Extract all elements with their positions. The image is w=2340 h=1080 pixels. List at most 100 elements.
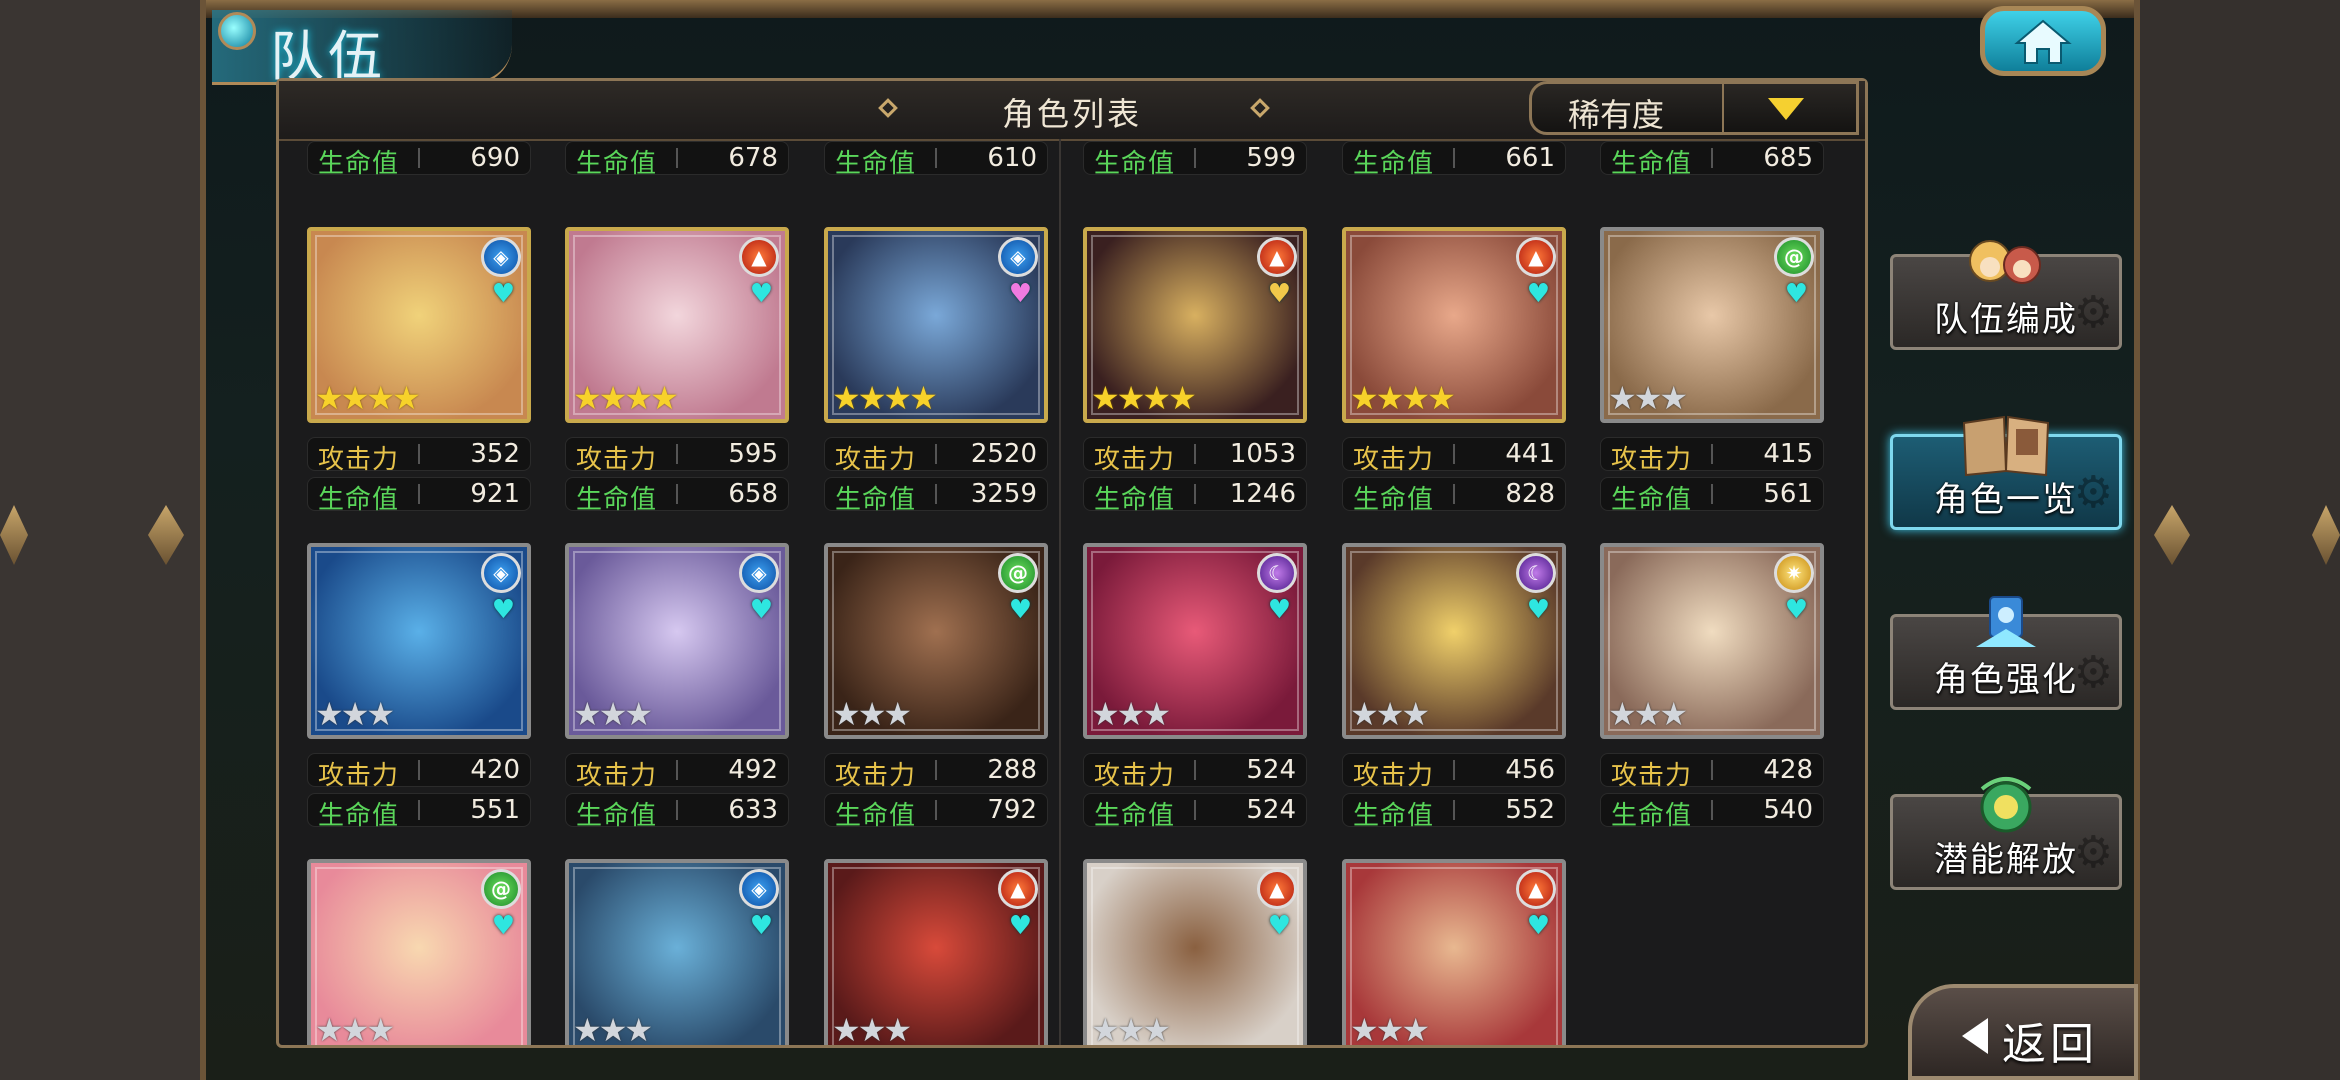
menu-button-1[interactable]: ⚙ 队伍编成 [1890, 240, 2122, 350]
sort-dropdown[interactable]: 稀有度 [1529, 81, 1859, 135]
hp-stat: 生命值 551 [307, 793, 531, 831]
menu-button-3[interactable]: ⚙ 角色强化 [1890, 596, 2122, 710]
hp-label: 生命值 [1094, 801, 1176, 831]
fire-element-icon: ▲ [1516, 869, 1556, 909]
hp-value: 921 [470, 479, 520, 509]
character-card[interactable]: ▲ ♥ ★★★ [1342, 859, 1566, 1045]
dark-element-icon: ☾ [1516, 553, 1556, 593]
heart-icon: ♥ [1784, 279, 1808, 309]
hp-value: 633 [728, 795, 778, 825]
fire-element-icon: ▲ [739, 237, 779, 277]
attack-label: 攻击力 [1611, 445, 1693, 475]
rarity-stars: ★★★ [573, 1011, 653, 1045]
hp-label: 生命值 [1094, 149, 1176, 179]
rarity-stars: ★★★ [1608, 379, 1688, 417]
dark-element-icon: ☾ [1257, 553, 1297, 593]
menu-button-4[interactable]: ⚙ 潜能解放 [1890, 777, 2122, 890]
character-card[interactable]: @ ♥ ★★★ [1600, 227, 1824, 423]
stat-separator [935, 800, 937, 820]
stat-separator [1453, 760, 1455, 780]
light-element-icon: ✷ [1774, 553, 1814, 593]
stat-separator [1711, 444, 1713, 464]
hp-value: 610 [987, 143, 1037, 173]
attack-label: 攻击力 [1353, 445, 1435, 475]
stat-separator [418, 760, 420, 780]
potential-orb-icon [1980, 777, 2032, 833]
character-card[interactable]: ◈ ♥ ★★★★ [824, 227, 1048, 423]
hp-value: 685 [1763, 143, 1813, 173]
stat-separator [1453, 484, 1455, 504]
rarity-stars: ★★★ [1091, 1011, 1171, 1045]
hp-label: 生命值 [576, 149, 658, 179]
back-label: 返回 [2002, 1019, 2098, 1070]
character-card[interactable]: @ ♥ ★★★ [824, 543, 1048, 739]
rarity-stars: ★★★★ [315, 379, 421, 417]
hp-value: 561 [1763, 479, 1813, 509]
heart-icon: ♥ [491, 279, 515, 309]
hp-label: 生命值 [835, 801, 917, 831]
character-card[interactable]: ◈ ♥ ★★★ [565, 859, 789, 1045]
hp-stat: 生命值 658 [565, 477, 789, 515]
fire-element-icon: ▲ [998, 869, 1038, 909]
stat-separator [676, 760, 678, 780]
hp-value: 658 [728, 479, 778, 509]
attack-value: 1053 [1229, 439, 1296, 469]
fire-element-icon: ▲ [1257, 237, 1297, 277]
hp-label: 生命值 [1611, 149, 1693, 179]
stat-separator [1711, 800, 1713, 820]
hp-stat: 生命值 678 [565, 141, 789, 179]
attack-label: 攻击力 [1094, 445, 1176, 475]
stat-separator [935, 148, 937, 168]
attack-stat: 攻击力 441 [1342, 437, 1566, 475]
back-button[interactable]: 返回 [1908, 984, 2138, 1080]
character-card[interactable]: ▲ ♥ ★★★ [1083, 859, 1307, 1045]
rarity-stars: ★★★★ [573, 379, 679, 417]
hp-stat: 生命值 1246 [1083, 477, 1307, 515]
stat-separator [418, 484, 420, 504]
attack-label: 攻击力 [576, 445, 658, 475]
sort-label: 稀有度 [1568, 96, 1665, 134]
hp-value: 690 [470, 143, 520, 173]
character-card[interactable]: ☾ ♥ ★★★ [1083, 543, 1307, 739]
attack-stat: 攻击力 352 [307, 437, 531, 475]
character-card[interactable]: ✷ ♥ ★★★ [1600, 543, 1824, 739]
character-card[interactable]: ◈ ♥ ★★★★ [307, 227, 531, 423]
character-card[interactable]: ▲ ♥ ★★★★ [565, 227, 789, 423]
menu-label: 队伍编成 [1934, 300, 2078, 340]
hp-stat: 生命值 540 [1600, 793, 1824, 831]
rarity-stars: ★★★ [315, 695, 395, 733]
hp-label: 生命值 [1353, 801, 1435, 831]
hp-value: 524 [1246, 795, 1296, 825]
hp-label: 生命值 [318, 485, 400, 515]
character-card[interactable]: @ ♥ ★★★ [307, 859, 531, 1045]
attack-value: 288 [987, 755, 1037, 785]
stat-separator [1194, 760, 1196, 780]
title-gem-icon [218, 12, 256, 50]
heart-icon: ♥ [749, 911, 773, 941]
menu-button-2[interactable]: ⚙ 角色一览 [1890, 415, 2122, 530]
hp-value: 678 [728, 143, 778, 173]
rarity-stars: ★★★ [832, 695, 912, 733]
character-card[interactable]: ◈ ♥ ★★★ [565, 543, 789, 739]
hp-stat: 生命值 690 [307, 141, 531, 179]
heart-icon: ♥ [1267, 595, 1291, 625]
character-card[interactable]: ☾ ♥ ★★★ [1342, 543, 1566, 739]
heart-icon: ♥ [1526, 911, 1550, 941]
water-element-icon: ◈ [481, 553, 521, 593]
hp-stat: 生命值 661 [1342, 141, 1566, 179]
hp-label: 生命值 [1611, 485, 1693, 515]
hp-value: 551 [470, 795, 520, 825]
character-card[interactable]: ◈ ♥ ★★★ [307, 543, 531, 739]
character-card[interactable]: ▲ ♥ ★★★★ [1083, 227, 1307, 423]
wind-element-icon: @ [998, 553, 1038, 593]
stat-separator [676, 148, 678, 168]
character-card[interactable]: ▲ ♥ ★★★ [824, 859, 1048, 1045]
attack-value: 2520 [970, 439, 1037, 469]
hp-label: 生命值 [318, 149, 400, 179]
home-button[interactable] [1980, 6, 2106, 76]
hp-label: 生命值 [318, 801, 400, 831]
character-list-panel: 角色列表 稀有度 生命值 690 生命值 678 生命值 610 生命值 599 生命值 661 生… [276, 78, 1868, 1048]
character-grid[interactable]: 生命值 690 生命值 678 生命值 610 生命值 599 生命值 661 生命值 685 ◈ ♥ ★★… [279, 139, 1865, 1045]
hp-label: 生命值 [576, 485, 658, 515]
character-card[interactable]: ▲ ♥ ★★★★ [1342, 227, 1566, 423]
